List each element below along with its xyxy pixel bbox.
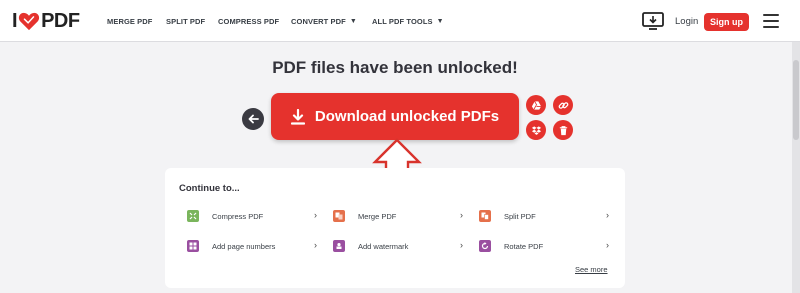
back-button[interactable] <box>242 108 264 130</box>
tool-label: Merge PDF <box>358 211 397 221</box>
nav-all-pdf-tools-dropdown[interactable]: ALL PDF TOOLS ▼ <box>372 0 444 42</box>
split-icon <box>479 210 491 222</box>
nav-merge-pdf-label: MERGE PDF <box>107 16 153 26</box>
nav-convert-pdf-dropdown[interactable]: CONVERT PDF ▼ <box>291 0 357 42</box>
tool-link-compress-pdf[interactable]: Compress PDF › <box>187 209 317 223</box>
dropbox-icon <box>531 125 541 135</box>
nav-merge-pdf[interactable]: MERGE PDF <box>107 0 153 42</box>
tool-label: Add page numbers <box>212 241 276 251</box>
nav-split-pdf-label: SPLIT PDF <box>166 16 206 26</box>
download-button[interactable]: Download unlocked PDFs <box>271 93 519 140</box>
download-button-label: Download unlocked PDFs <box>314 108 500 125</box>
signup-button[interactable]: Sign up <box>704 13 749 31</box>
tool-label: Split PDF <box>504 211 536 221</box>
logo-letter-i: I <box>12 9 18 32</box>
tool-link-add-page-numbers[interactable]: Add page numbers › <box>187 239 317 253</box>
watermark-icon <box>333 240 345 252</box>
rotate-icon <box>479 240 491 252</box>
scrollbar-thumb[interactable] <box>793 60 799 140</box>
nav-convert-pdf-label: CONVERT PDF <box>291 16 346 26</box>
compress-icon <box>187 210 199 222</box>
logo-text-pdf: PDF <box>41 9 80 32</box>
copy-link-button[interactable] <box>553 95 573 115</box>
chevron-right-icon: › <box>606 240 609 250</box>
chevron-right-icon: › <box>606 210 609 220</box>
login-link[interactable]: Login <box>675 0 698 42</box>
ilovepdf-logo[interactable]: I PDF <box>12 9 80 33</box>
google-drive-icon <box>531 100 541 110</box>
tool-link-add-watermark[interactable]: Add watermark › <box>333 239 463 253</box>
tool-label: Compress PDF <box>212 211 264 221</box>
caret-down-icon: ▼ <box>436 17 444 25</box>
chevron-right-icon: › <box>460 240 463 250</box>
arrow-left-icon <box>248 114 259 124</box>
chevron-right-icon: › <box>314 210 317 220</box>
continue-to-card: Continue to... Compress PDF › Merge PDF … <box>165 168 625 288</box>
page-numbers-icon <box>187 240 199 252</box>
trash-icon <box>559 125 567 135</box>
merge-icon <box>333 210 345 222</box>
google-drive-button[interactable] <box>526 95 546 115</box>
tool-link-split-pdf[interactable]: Split PDF › <box>479 209 609 223</box>
nav-compress-pdf[interactable]: COMPRESS PDF <box>218 0 279 42</box>
hamburger-menu-icon[interactable] <box>763 14 779 28</box>
tool-label: Add watermark <box>358 241 409 251</box>
chevron-right-icon: › <box>314 240 317 250</box>
nav-all-pdf-tools-label: ALL PDF TOOLS <box>372 16 433 26</box>
top-navigation-bar: I PDF MERGE PDF SPLIT PDF COMPRESS PDF C… <box>0 0 800 42</box>
see-more-link[interactable]: See more <box>575 265 608 274</box>
delete-button[interactable] <box>553 120 573 140</box>
chevron-right-icon: › <box>460 210 463 220</box>
nav-compress-pdf-label: COMPRESS PDF <box>218 16 280 26</box>
tool-label: Rotate PDF <box>504 241 544 251</box>
heart-icon <box>18 12 40 31</box>
desktop-download-icon[interactable] <box>642 12 664 30</box>
dropbox-button[interactable] <box>526 120 546 140</box>
tool-link-merge-pdf[interactable]: Merge PDF › <box>333 209 463 223</box>
link-icon <box>558 101 568 109</box>
page-title: PDF files have been unlocked! <box>272 58 518 77</box>
continue-to-title: Continue to... <box>179 183 240 194</box>
nav-split-pdf[interactable]: SPLIT PDF <box>166 0 205 42</box>
tool-link-rotate-pdf[interactable]: Rotate PDF › <box>479 239 609 253</box>
download-icon <box>290 108 305 125</box>
caret-down-icon: ▼ <box>349 17 357 25</box>
